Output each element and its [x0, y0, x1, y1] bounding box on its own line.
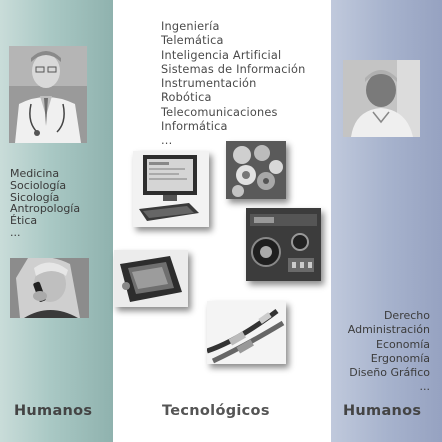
list-item: Sociología: [10, 178, 67, 192]
elderly-man-photo: [343, 60, 420, 137]
cables-photo: [207, 301, 286, 364]
middle-column-title: Tecnológicos: [162, 403, 270, 419]
right-column-title: Humanos: [343, 403, 422, 419]
list-item: Telemática: [161, 34, 224, 48]
robotics-photo: [226, 141, 286, 199]
collage-page: Medicina Sociología Sicología Antropolog…: [0, 0, 442, 442]
list-item: ...: [419, 380, 431, 394]
list-item: Robótica: [161, 91, 212, 105]
list-item: Sistemas de Información: [161, 62, 306, 76]
list-item: Inteligencia Artificial: [161, 48, 282, 62]
list-item: Administración: [347, 323, 430, 337]
computer-photo: [133, 151, 209, 227]
technology-list: Ingeniería Telemática Inteligencia Artif…: [161, 20, 305, 149]
list-item: Informática: [161, 120, 228, 134]
list-item: ...: [10, 225, 21, 239]
list-item: Ergonomía: [370, 351, 430, 365]
list-item: Telecomunicaciones: [161, 105, 278, 119]
list-item: Economía: [376, 337, 430, 351]
left-column-title: Humanos: [14, 403, 93, 419]
right-discipline-list: Derecho Administración Economía Ergonomí…: [348, 309, 430, 395]
doctor-photo: [9, 46, 87, 143]
list-item: Ingeniería: [161, 20, 220, 33]
list-item: Derecho: [383, 309, 430, 322]
handheld-device-photo: [114, 250, 188, 307]
woman-phone-photo: [10, 258, 89, 318]
instrument-panel-photo: [246, 208, 321, 281]
left-discipline-list: Medicina Sociología Sicología Antropolog…: [10, 168, 80, 239]
list-item: Instrumentación: [161, 77, 257, 91]
list-item: Ética: [10, 214, 38, 228]
list-item: Diseño Gráfico: [349, 366, 430, 380]
